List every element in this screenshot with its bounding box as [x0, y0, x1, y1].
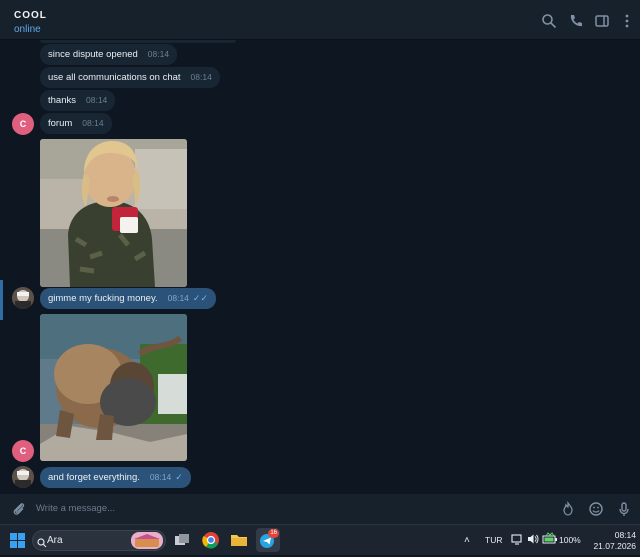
contact-avatar[interactable]: C	[12, 113, 34, 135]
message-bubble[interactable]: gimme my fucking money. 08:14 ✓✓	[40, 288, 217, 309]
battery-icon[interactable]	[542, 532, 558, 544]
clock-time[interactable]: 08:14	[596, 530, 636, 540]
message-bubble[interactable]: forum 08:14	[40, 113, 112, 134]
chat-header: COOL online	[0, 0, 640, 40]
message-time: 08:14	[149, 472, 172, 482]
message-bubble[interactable]: use all communications on chat 08:14	[40, 67, 220, 88]
chat-title[interactable]: COOL	[14, 10, 47, 21]
windows-start-icon[interactable]	[10, 533, 25, 548]
message-input[interactable]: Write a message...	[36, 503, 115, 514]
chrome-icon[interactable]	[201, 530, 221, 550]
language-indicator[interactable]: TUR	[485, 535, 502, 545]
search-text: Ara	[47, 535, 63, 546]
network-icon[interactable]	[511, 533, 523, 545]
search-highlight-icon	[131, 532, 163, 549]
photo-monkey-image[interactable]	[40, 314, 187, 461]
message-time: 08:14	[82, 118, 104, 128]
taskbar: Ara 16 ˄ TUR 100% 08:14 21.07.2026	[0, 524, 640, 555]
message-time: 08:14	[147, 49, 170, 59]
microphone-icon[interactable]	[616, 501, 632, 517]
telegram-badge: 16	[268, 529, 279, 538]
message-time: 08:14	[86, 95, 108, 105]
sent-checkmark-icon: ✓	[175, 472, 183, 482]
message-bubble[interactable]: since dispute opened 08:14	[40, 44, 178, 65]
clock-date[interactable]: 21.07.2026	[586, 541, 636, 551]
message-text: thanks	[48, 95, 76, 106]
more-icon[interactable]	[619, 13, 635, 29]
message-text: and forget everything.	[48, 472, 140, 483]
message-composer: Write a message...	[0, 494, 640, 524]
photo-girl-image[interactable]	[40, 139, 187, 287]
message-text: use all communications on chat	[48, 72, 181, 83]
message-time: 08:14	[167, 293, 189, 303]
message-text: gimme my fucking money.	[48, 293, 158, 304]
chat-status: online	[14, 24, 41, 35]
contact-avatar[interactable]: C	[12, 440, 34, 462]
previous-message-edge	[40, 40, 236, 43]
message-time: 08:14	[190, 72, 212, 82]
read-checkmarks-icon: ✓✓	[192, 293, 209, 303]
taskbar-search[interactable]: Ara	[32, 530, 166, 551]
battery-percent: 100%	[559, 535, 581, 545]
telegram-taskbar-icon[interactable]: 16	[256, 528, 280, 552]
volume-icon[interactable]	[527, 533, 539, 545]
user-avatar[interactable]	[12, 466, 34, 488]
tray-expand-icon[interactable]: ˄	[464, 535, 470, 546]
call-icon[interactable]	[568, 13, 584, 29]
telegram-window: COOL online since dispute opened 08:14 us…	[0, 0, 640, 524]
message-text: forum	[48, 118, 73, 129]
search-icon	[37, 535, 47, 548]
message-list[interactable]: since dispute opened 08:14 use all commun…	[0, 40, 640, 494]
message-bubble[interactable]: thanks 08:14	[40, 90, 116, 111]
emoji-icon[interactable]	[588, 501, 604, 517]
attach-icon[interactable]	[11, 501, 27, 517]
message-text: since dispute opened	[48, 49, 138, 60]
selection-indicator	[0, 280, 3, 320]
message-bubble[interactable]: and forget everything. 08:14 ✓	[40, 467, 191, 488]
bot-commands-icon[interactable]	[560, 500, 576, 517]
user-avatar[interactable]	[12, 287, 34, 309]
search-icon[interactable]	[541, 13, 557, 29]
sidebar-toggle-icon[interactable]	[594, 13, 610, 29]
task-view-icon[interactable]	[172, 530, 192, 550]
file-explorer-icon[interactable]	[229, 530, 249, 550]
